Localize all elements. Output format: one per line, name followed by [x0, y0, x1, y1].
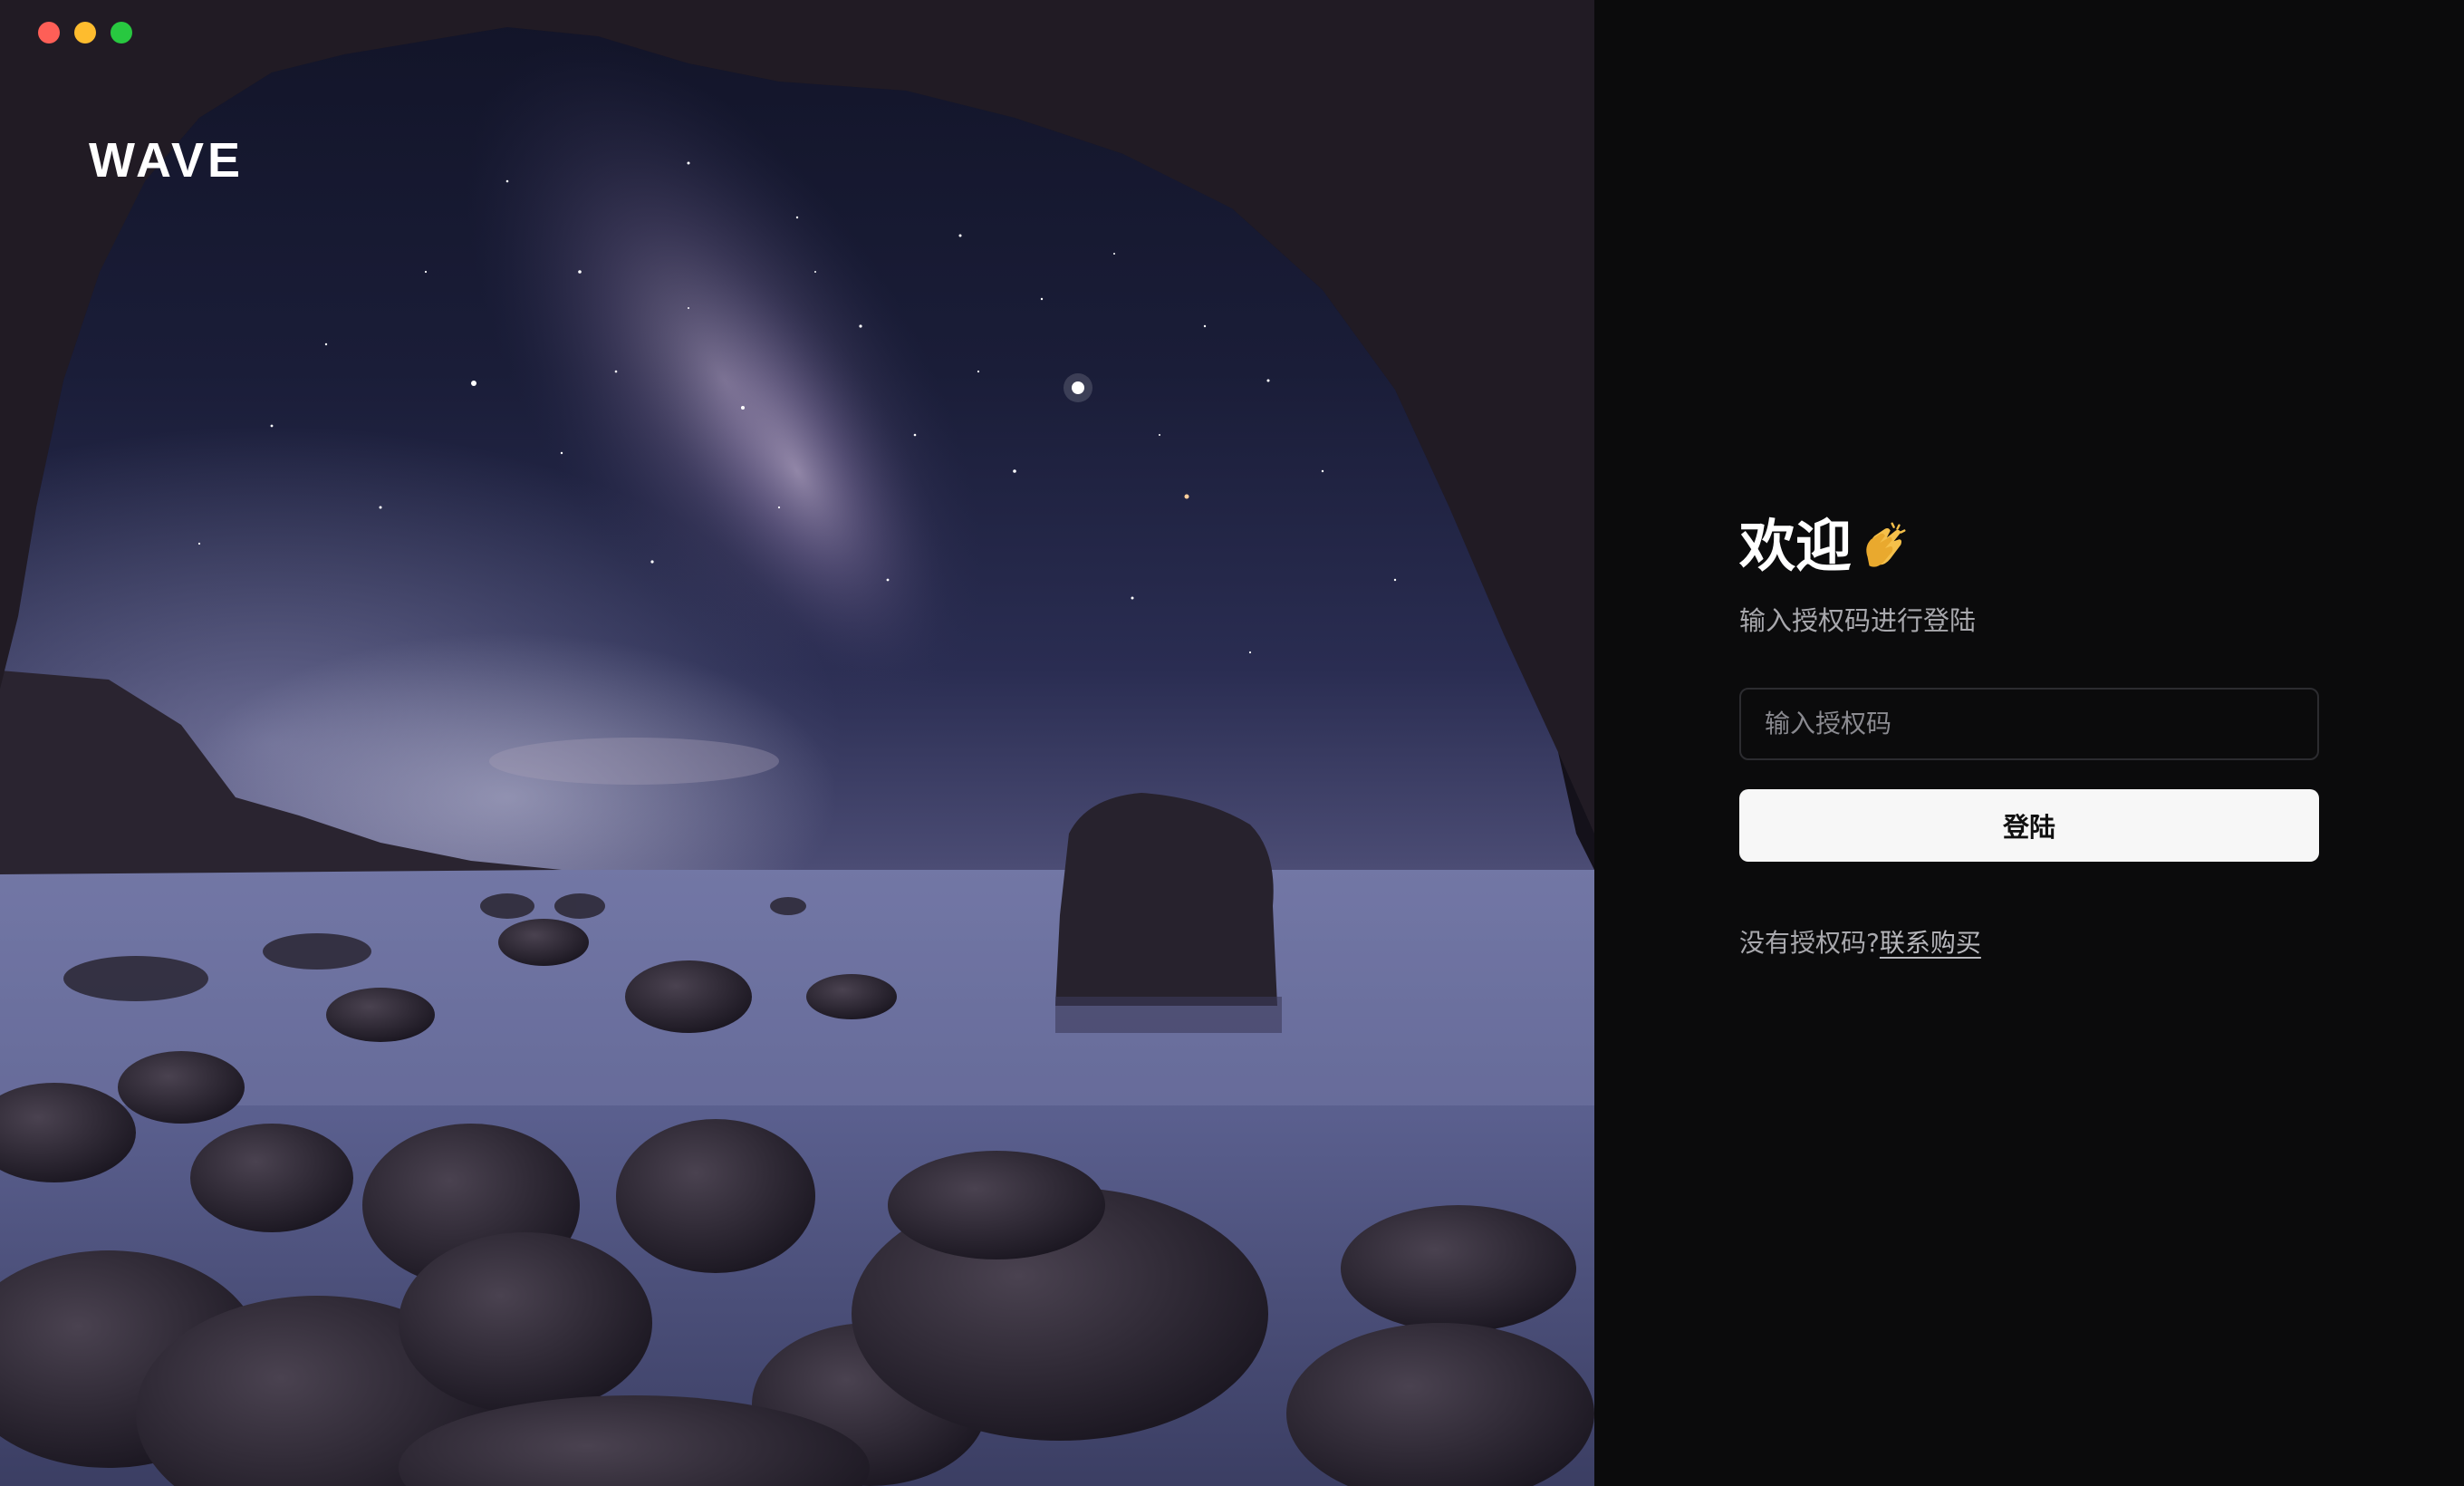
night-sky-cave-illustration — [0, 0, 1594, 1486]
contact-purchase-link[interactable]: 联系购买 — [1880, 923, 1981, 960]
login-form: 欢迎 输入授权码进行登陆 登陆 没有授权码?联系购买 — [1739, 507, 2319, 960]
window-controls — [38, 22, 132, 43]
login-button[interactable]: 登陆 — [1739, 788, 2319, 862]
minimize-window-button[interactable] — [74, 22, 96, 43]
hero-background-image: WAVE — [0, 0, 1594, 1486]
welcome-heading-row: 欢迎 — [1739, 507, 2319, 585]
clapping-hands-icon — [1866, 522, 1906, 567]
welcome-title: 欢迎 — [1739, 513, 1853, 579]
close-window-button[interactable] — [38, 22, 60, 43]
wave-logo: WAVE — [89, 133, 245, 188]
login-subtitle: 输入授权码进行登陆 — [1739, 605, 1977, 636]
app-window: WAVE 欢迎 输入授权码进行登陆 登陆 没有授权码?联系购买 — [0, 0, 2464, 1486]
auth-code-field[interactable] — [1739, 687, 2319, 760]
auth-code-input[interactable] — [1763, 708, 2296, 740]
no-code-text: 没有授权码? — [1739, 927, 1880, 958]
maximize-window-button[interactable] — [111, 22, 132, 43]
login-panel: 欢迎 输入授权码进行登陆 登陆 没有授权码?联系购买 — [1594, 0, 2464, 1486]
purchase-prompt: 没有授权码? 联系购买 — [1739, 923, 2319, 960]
